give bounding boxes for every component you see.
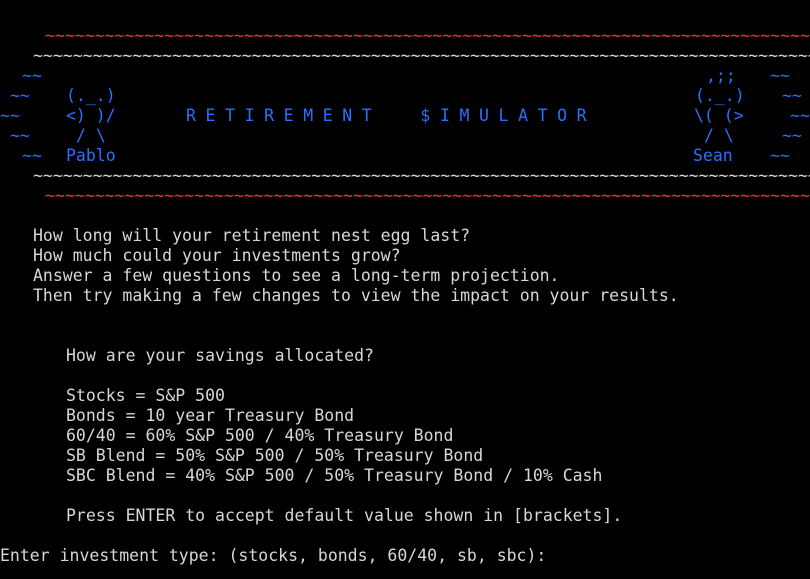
sean-head: (._.) (695, 86, 745, 105)
right-waves-2: ~~ (782, 86, 802, 105)
default-hint: Press ENTER to accept default value show… (66, 506, 623, 525)
sean-hair: ,;; (706, 66, 736, 85)
option-60-40: 60/40 = 60% S&P 500 / 40% Treasury Bond (66, 426, 454, 445)
investment-type-prompt: Enter investment type: (stocks, bonds, 6… (0, 546, 547, 565)
left-waves-2: ~~ (10, 86, 30, 105)
banner-top-red-line: ~~~~~~~~~~~~~~~~~~~~~~~~~~~~~~~~~~~~~~~~… (45, 26, 810, 45)
banner-bottom-white-line: ~~~~~~~~~~~~~~~~~~~~~~~~~~~~~~~~~~~~~~~~… (33, 166, 810, 185)
sean-legs: / \ (704, 126, 734, 145)
option-sb-blend: SB Blend = 50% S&P 500 / 50% Treasury Bo… (66, 446, 484, 465)
option-sbc-blend: SBC Blend = 40% S&P 500 / 50% Treasury B… (66, 466, 603, 485)
pablo-head: (._.) (66, 86, 116, 105)
left-waves-5: ~~ (22, 146, 42, 165)
banner-top-white-line: ~~~~~~~~~~~~~~~~~~~~~~~~~~~~~~~~~~~~~~~~… (33, 46, 810, 65)
pablo-legs: / \ (76, 126, 106, 145)
option-bonds: Bonds = 10 year Treasury Bond (66, 406, 355, 425)
sean-arms: \( (> (694, 106, 744, 125)
intro-line-1: How long will your retirement nest egg l… (33, 226, 471, 245)
pablo-arms: <) )/ (66, 106, 116, 125)
left-waves-4: ~~ (10, 126, 30, 145)
investment-type-input[interactable] (612, 546, 792, 566)
app-title: RETIREMENT $IMULATOR (186, 106, 597, 125)
intro-line-3: Answer a few questions to see a long-ter… (33, 266, 560, 285)
banner-bottom-red-line: ~~~~~~~~~~~~~~~~~~~~~~~~~~~~~~~~~~~~~~~~… (45, 186, 810, 205)
intro-line-4: Then try making a few changes to view th… (33, 286, 679, 305)
left-waves-3: ~~ (0, 106, 20, 125)
sean-name: Sean (693, 146, 733, 165)
right-waves-1: ~~ (770, 66, 790, 85)
left-waves-1: ~~ (22, 66, 42, 85)
right-waves-3: ~~ (790, 106, 810, 125)
right-waves-5: ~~ (770, 146, 790, 165)
pablo-name: Pablo (66, 146, 116, 165)
option-stocks: Stocks = S&P 500 (66, 386, 225, 405)
allocation-question: How are your savings allocated? (66, 346, 374, 365)
intro-line-2: How much could your investments grow? (33, 246, 401, 265)
terminal-window: ~~~~~~~~~~~~~~~~~~~~~~~~~~~~~~~~~~~~~~~~… (0, 0, 810, 579)
right-waves-4: ~~ (782, 126, 802, 145)
